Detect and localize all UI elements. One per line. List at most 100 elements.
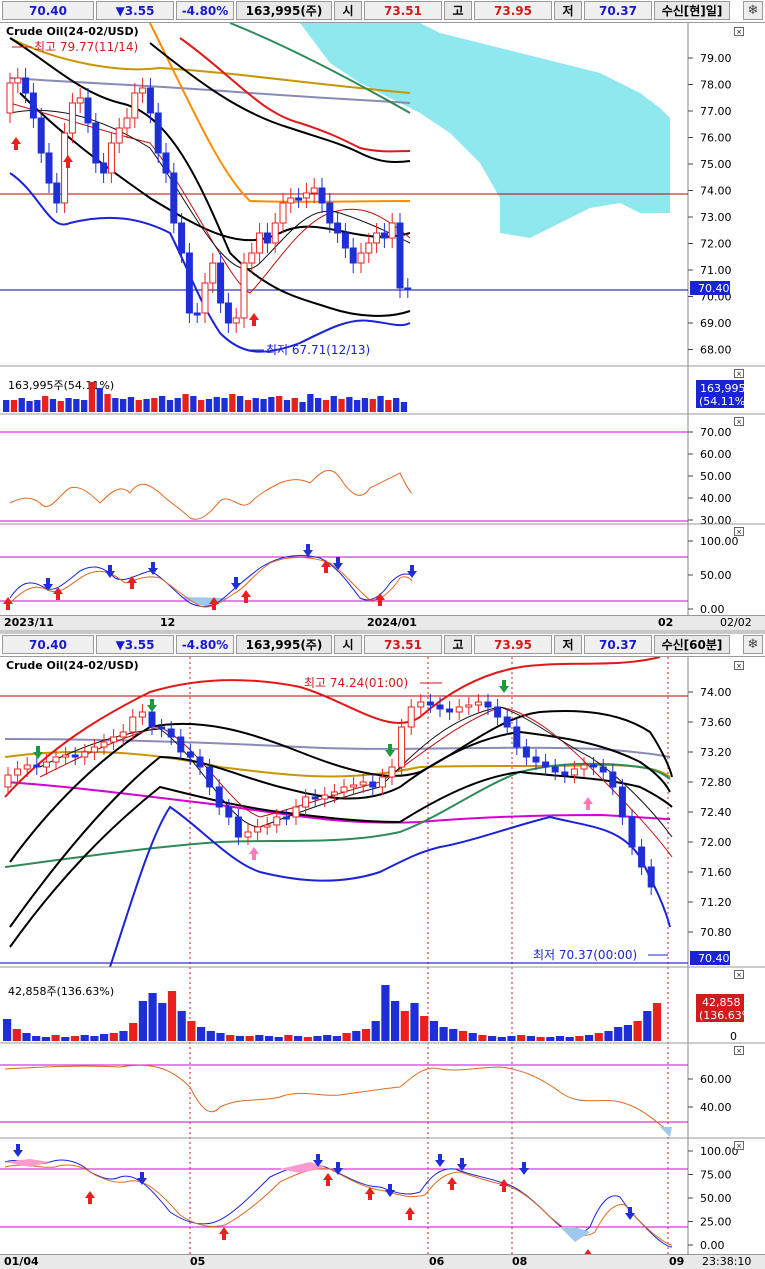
volume-bar xyxy=(127,397,135,412)
axis-tick-label: 40.00 xyxy=(700,1101,732,1114)
volume-bar xyxy=(3,1019,12,1041)
candle-body xyxy=(446,708,454,713)
arrow-down-icon xyxy=(147,699,157,712)
candle-body xyxy=(273,816,281,826)
candle-body xyxy=(599,766,607,773)
volume-bar xyxy=(393,398,400,412)
bottom-date-label: 06 xyxy=(429,1255,445,1268)
volume-bar xyxy=(352,1031,361,1041)
axis-tick-label: 71.00 xyxy=(700,264,732,277)
volume-bar xyxy=(338,399,345,412)
top-pane-close-icon[interactable]: × xyxy=(734,27,744,36)
volume-bar xyxy=(420,1016,429,1041)
volume-bar xyxy=(361,398,369,412)
bottom-pane-close-icon[interactable]: × xyxy=(734,661,744,670)
candle-body xyxy=(388,222,396,239)
volume-bar xyxy=(120,399,127,412)
candle-body xyxy=(84,97,92,124)
volume-bar xyxy=(100,1034,109,1041)
settings-gear-icon[interactable]: ❄ xyxy=(743,1,763,20)
axis-tick-label: 73.00 xyxy=(700,211,732,224)
arrow-down-icon xyxy=(625,1207,635,1220)
volume-bar xyxy=(221,398,228,412)
mode-selector[interactable]: 수신[60분] xyxy=(654,635,730,654)
candle-body xyxy=(318,187,326,204)
open-value: 73.51 xyxy=(364,1,442,20)
change-percent: -4.80% xyxy=(176,1,234,20)
candle-body xyxy=(154,112,162,154)
bottom-chart-svg[interactable]: 최고 74.24(01:00) 최저 70.37(00:00) Crude Oi… xyxy=(0,657,765,1254)
candle-body xyxy=(119,731,127,738)
candle-body xyxy=(357,252,365,264)
bottom-date-right: 23:38:10 xyxy=(702,1255,752,1268)
arrow-up-icon xyxy=(583,797,593,810)
candle-body xyxy=(570,768,578,776)
volume-bar xyxy=(34,400,41,412)
arrow-down-icon xyxy=(407,565,417,578)
axis-tick-label: 74.00 xyxy=(700,185,732,198)
top-volume-close-icon[interactable]: × xyxy=(734,369,744,378)
candle-body xyxy=(311,796,319,800)
axis-tick-label: 75.00 xyxy=(700,158,732,171)
candle-body xyxy=(45,152,53,184)
candle-body xyxy=(302,796,310,808)
settings-gear-icon[interactable]: ❄ xyxy=(743,635,763,654)
bottom-volume-close-icon[interactable]: × xyxy=(734,970,744,979)
candle-body xyxy=(100,741,108,748)
arrow-down-icon xyxy=(137,1172,147,1185)
arrow-up-icon xyxy=(127,576,137,589)
bottom-rsi-close-icon[interactable]: × xyxy=(734,1046,744,1055)
axis-tick-label: 72.40 xyxy=(700,806,732,819)
candle-body xyxy=(52,756,60,763)
volume-bar xyxy=(129,1023,138,1041)
candle-body xyxy=(4,774,12,788)
volume-bar xyxy=(458,1031,468,1041)
volume-bar xyxy=(213,397,220,412)
candle-body xyxy=(373,232,381,244)
candle-body xyxy=(37,117,45,154)
candle-body xyxy=(206,766,214,788)
axis-tick-label: 40.00 xyxy=(700,492,732,505)
candle-body xyxy=(349,247,357,264)
volume-bar xyxy=(260,399,267,412)
top-date-label: 2024/01 xyxy=(367,616,417,629)
candle-body xyxy=(542,761,550,768)
top-stoch-close-icon[interactable]: × xyxy=(734,527,744,536)
bottom-date-axis: 01/04 05 06 08 09 23:38:10 xyxy=(0,1254,765,1269)
top-chart-svg[interactable]: 최고 79.77(11/14) 최저 67.71(12/13) Crude Oi… xyxy=(0,23,765,615)
volume-bar xyxy=(226,1035,235,1041)
volume-bar xyxy=(488,1036,497,1041)
volume-bar xyxy=(167,991,177,1041)
candle-body xyxy=(474,701,482,706)
top-rsi-close-icon[interactable]: × xyxy=(734,417,744,426)
bottom-volume-zero: 0 xyxy=(730,1030,737,1043)
candle-body xyxy=(209,262,217,284)
bottom-stoch-arrows xyxy=(13,1144,635,1254)
volume-bar xyxy=(61,1037,70,1041)
axis-tick-label: 78.00 xyxy=(700,79,732,92)
candle-body xyxy=(22,77,30,94)
volume-bar xyxy=(49,399,57,412)
candle-body xyxy=(618,786,626,818)
axis-tick-label: 73.60 xyxy=(700,716,732,729)
volume-bar xyxy=(332,1036,341,1041)
candle-body xyxy=(186,751,194,758)
volume-bar xyxy=(633,1021,642,1041)
mode-selector[interactable]: 수신[현]일] xyxy=(654,1,730,20)
candle-body xyxy=(365,242,373,254)
high-value: 73.95 xyxy=(474,635,552,654)
top-volume-tag-value: 163,995 xyxy=(700,382,746,395)
volume-bar xyxy=(182,394,189,412)
volume-bar xyxy=(439,1027,448,1041)
top-chart-title: Crude Oil(24-02/USD) xyxy=(6,25,139,38)
top-chart-area[interactable]: 최고 79.77(11/14) 최저 67.71(12/13) Crude Oi… xyxy=(0,23,765,615)
volume-bar xyxy=(159,396,166,412)
axis-tick-label: 50.00 xyxy=(700,569,732,582)
volume-bar xyxy=(245,1036,254,1041)
bottom-chart-title: Crude Oil(24-02/USD) xyxy=(6,659,139,672)
top-price-axis: 79.00 78.00 77.00 76.00 75.00 74.00 73.00 72.00… xyxy=(688,52,732,357)
bottom-chart-area[interactable]: 최고 74.24(01:00) 최저 70.37(00:00) Crude Oi… xyxy=(0,657,765,1254)
bottom-stoch-close-icon[interactable]: × xyxy=(734,1141,744,1150)
bottom-date-label: 09 xyxy=(669,1255,685,1268)
bottom-volume-tag-value: 42,858 xyxy=(702,996,741,1009)
